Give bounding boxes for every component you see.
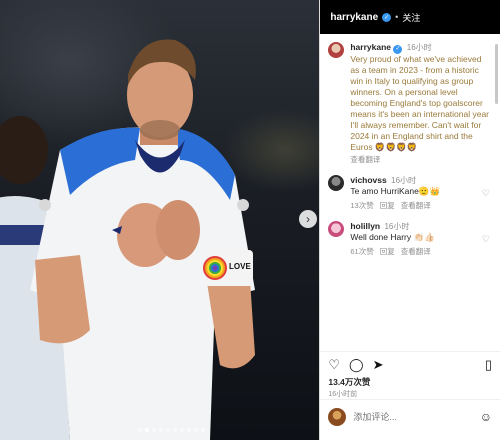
comment-time: 16小时 <box>384 222 410 231</box>
see-translation-link[interactable]: 查看翻译 <box>401 200 431 211</box>
avatar[interactable] <box>328 221 345 237</box>
post-header: harrykane ✓ • 关注 <box>320 0 500 34</box>
carousel-dot <box>201 428 205 432</box>
player-illustration <box>0 39 255 440</box>
carousel-dots <box>138 428 205 432</box>
comment-item: vichovss 16小时 Te amo HurriKane🫡👑 13次赞 回复… <box>328 175 490 211</box>
carousel-dot <box>180 428 184 432</box>
verified-badge-icon: ✓ <box>382 12 392 22</box>
emoji-icon[interactable]: ☺ <box>480 410 492 424</box>
carousel-dot <box>187 428 191 432</box>
carousel-dot <box>159 428 163 432</box>
carousel-dot <box>194 428 198 432</box>
follow-button[interactable]: 关注 <box>402 11 420 24</box>
comment-time: 16小时 <box>391 176 417 185</box>
header-separator: • <box>395 12 399 22</box>
instagram-post-viewer: LOVE › harrykane ✓ • 关注 harrykane ✓ 16小时… <box>0 0 500 440</box>
comment-input[interactable] <box>353 412 473 422</box>
reply-button[interactable]: 回复 <box>380 246 395 257</box>
caption: harrykane ✓ 16小时 Very proud of what we'v… <box>328 42 490 165</box>
next-photo-button[interactable]: › <box>299 210 317 228</box>
carousel-dot <box>152 428 156 432</box>
avatar[interactable] <box>328 42 345 58</box>
caption-time: 16小时 <box>406 43 432 52</box>
avatar[interactable] <box>328 175 345 191</box>
post-date: 16小时前 <box>328 391 358 398</box>
carousel-dot <box>145 428 149 432</box>
like-count[interactable]: 13.4万次赞 <box>320 376 500 388</box>
carousel-dot <box>166 428 170 432</box>
comment-icon[interactable]: ◯ <box>349 358 364 371</box>
comment-likes[interactable]: 13次赞 <box>350 200 373 211</box>
heart-icon[interactable]: ♡ <box>482 234 490 245</box>
add-comment-row: ☺ <box>320 399 500 434</box>
heart-icon[interactable]: ♡ <box>482 188 490 199</box>
post-actions: ♡ ◯ ➤ ▯ <box>320 351 500 376</box>
post-side-panel: harrykane ✓ • 关注 harrykane ✓ 16小时 Very p… <box>319 0 500 440</box>
sleeve-text: LOVE <box>229 262 251 271</box>
heart-icon[interactable]: ♡ <box>328 358 340 371</box>
bookmark-icon[interactable]: ▯ <box>485 358 492 371</box>
comment-username[interactable]: vichovss <box>350 175 386 185</box>
comments-scroll[interactable]: harrykane ✓ 16小时 Very proud of what we'v… <box>320 34 500 351</box>
verified-badge-icon: ✓ <box>393 45 403 54</box>
post-photo[interactable]: LOVE › <box>0 0 320 440</box>
carousel-dot <box>173 428 177 432</box>
comment-likes[interactable]: 61次赞 <box>350 246 373 257</box>
chevron-right-icon: › <box>306 212 310 226</box>
see-translation-link[interactable]: 查看翻译 <box>350 154 490 165</box>
comment-username[interactable]: holillyn <box>350 221 380 231</box>
caption-username[interactable]: harrykane <box>350 42 391 52</box>
see-translation-link[interactable]: 查看翻译 <box>401 246 431 257</box>
reply-button[interactable]: 回复 <box>380 200 395 211</box>
caption-text: Very proud of what we've achieved as a t… <box>350 54 490 152</box>
carousel-dot <box>138 428 142 432</box>
share-icon[interactable]: ➤ <box>373 358 384 371</box>
avatar <box>328 408 347 426</box>
comment-item: holillyn 16小时 Well done Harry 👏🏻👍🏻 61次赞 … <box>328 221 490 257</box>
author-username[interactable]: harrykane <box>330 12 378 23</box>
scrollbar[interactable] <box>495 44 498 104</box>
comment-text: Te amo HurriKane🫡👑 <box>350 186 441 196</box>
comment-text: Well done Harry 👏🏻👍🏻 <box>350 232 435 242</box>
